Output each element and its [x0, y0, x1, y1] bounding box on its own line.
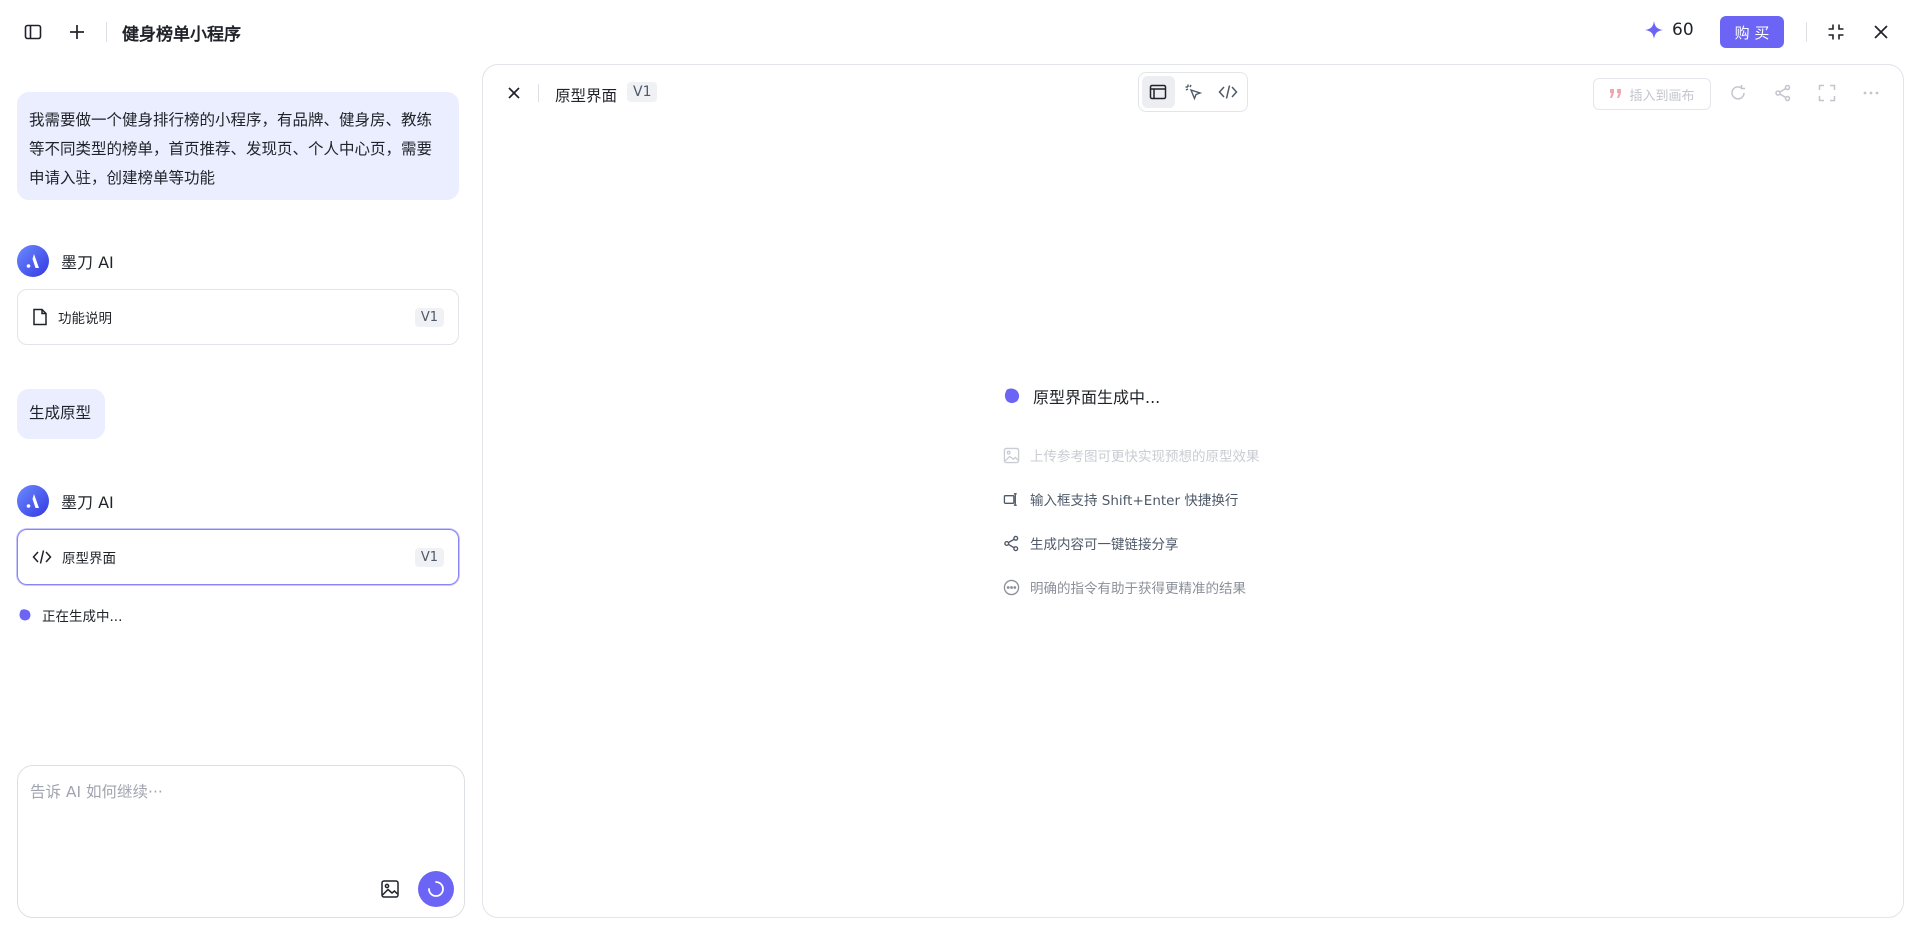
divider: [538, 84, 539, 102]
divider: [1806, 22, 1807, 42]
insert-label: 插入到画布: [1629, 88, 1695, 104]
tip-item: 上传参考图可更快实现预想的原型效果: [1003, 445, 1260, 465]
app-title: 健身榜单小程序: [122, 25, 241, 45]
spinner-icon: [428, 881, 444, 897]
share-icon[interactable]: [1766, 76, 1800, 110]
chat-input-box: [17, 765, 465, 918]
user-message-text: 生成原型: [29, 404, 92, 422]
user-message-text: 我需要做一个健身排行榜的小程序，有品牌、健身房、教练等不同类型的榜单，首页推荐、…: [29, 111, 433, 187]
doc-card-function-spec[interactable]: 功能说明 V1: [17, 289, 459, 345]
chat-input[interactable]: [30, 780, 450, 860]
card-label: 原型界面: [62, 551, 116, 567]
code-mode-icon[interactable]: [1211, 76, 1244, 108]
top-bar: 健身榜单小程序 60 购 买: [0, 0, 1920, 64]
tip-text: 上传参考图可更快实现预想的原型效果: [1030, 449, 1260, 465]
collapse-icon[interactable]: [1819, 15, 1853, 49]
generating-indicator: 原型界面生成中...: [1003, 384, 1160, 408]
credits-count: 60: [1672, 20, 1694, 40]
quote-icon: [1610, 89, 1622, 98]
ai-name: 墨刀 AI: [61, 493, 114, 512]
loading-blob-icon: [19, 609, 31, 621]
more-options-icon[interactable]: [1854, 76, 1888, 110]
buy-button[interactable]: 购 买: [1720, 16, 1784, 48]
code-icon: [32, 550, 52, 564]
close-panel-icon[interactable]: [497, 76, 531, 110]
tip-item: 明确的指令有助于获得更精准的结果: [1003, 577, 1246, 597]
text-cursor-icon: [1003, 492, 1017, 506]
generating-text: 原型界面生成中...: [1033, 388, 1161, 407]
sidebar-toggle-icon[interactable]: [16, 15, 50, 49]
ai-header: 墨刀 AI: [17, 245, 114, 277]
refresh-icon[interactable]: [1721, 76, 1755, 110]
user-message-bubble: 我需要做一个健身排行榜的小程序，有品牌、健身房、教练等不同类型的榜单，首页推荐、…: [17, 92, 459, 200]
send-loading-button[interactable]: [418, 871, 454, 907]
view-mode-toggle: [1138, 72, 1248, 112]
tip-text: 输入框支持 Shift+Enter 快捷换行: [1030, 493, 1239, 509]
doc-card-prototype[interactable]: 原型界面 V1: [17, 529, 459, 585]
tip-item: 生成内容可一键链接分享: [1003, 533, 1179, 553]
tip-text: 明确的指令有助于获得更精准的结果: [1030, 581, 1246, 597]
fullscreen-icon[interactable]: [1810, 76, 1844, 110]
panel-version-tag: V1: [627, 82, 658, 102]
close-window-icon[interactable]: [1864, 15, 1898, 49]
share-link-icon: [1004, 535, 1019, 551]
select-cursor-icon[interactable]: [1177, 76, 1210, 108]
image-upload-icon[interactable]: [373, 872, 407, 906]
tip-item: 输入框支持 Shift+Enter 快捷换行: [1003, 489, 1238, 509]
panel-title: 原型界面: [555, 87, 618, 105]
chat-bubble-icon: [1003, 579, 1020, 595]
image-icon: [1003, 447, 1020, 463]
ai-header: 墨刀 AI: [17, 485, 114, 517]
insert-to-canvas-button[interactable]: 插入到画布: [1593, 78, 1711, 110]
generation-status: 正在生成中...: [18, 605, 122, 625]
sparkle-icon: [1645, 21, 1663, 39]
loading-blob-icon: [1004, 388, 1020, 404]
ai-name: 墨刀 AI: [61, 253, 114, 272]
user-message-bubble: 生成原型: [17, 389, 105, 439]
card-label: 功能说明: [58, 311, 112, 327]
tip-text: 生成内容可一键链接分享: [1030, 537, 1179, 553]
preview-mode-icon[interactable]: [1142, 76, 1175, 108]
credits-display[interactable]: 60: [1644, 20, 1694, 40]
ai-avatar-icon: [17, 485, 49, 517]
new-chat-plus-icon[interactable]: [60, 15, 94, 49]
file-icon: [33, 308, 47, 326]
version-tag: V1: [414, 307, 444, 327]
ai-avatar-icon: [17, 245, 49, 277]
divider: [106, 22, 107, 42]
status-text: 正在生成中...: [42, 609, 123, 625]
version-tag: V1: [414, 547, 444, 567]
